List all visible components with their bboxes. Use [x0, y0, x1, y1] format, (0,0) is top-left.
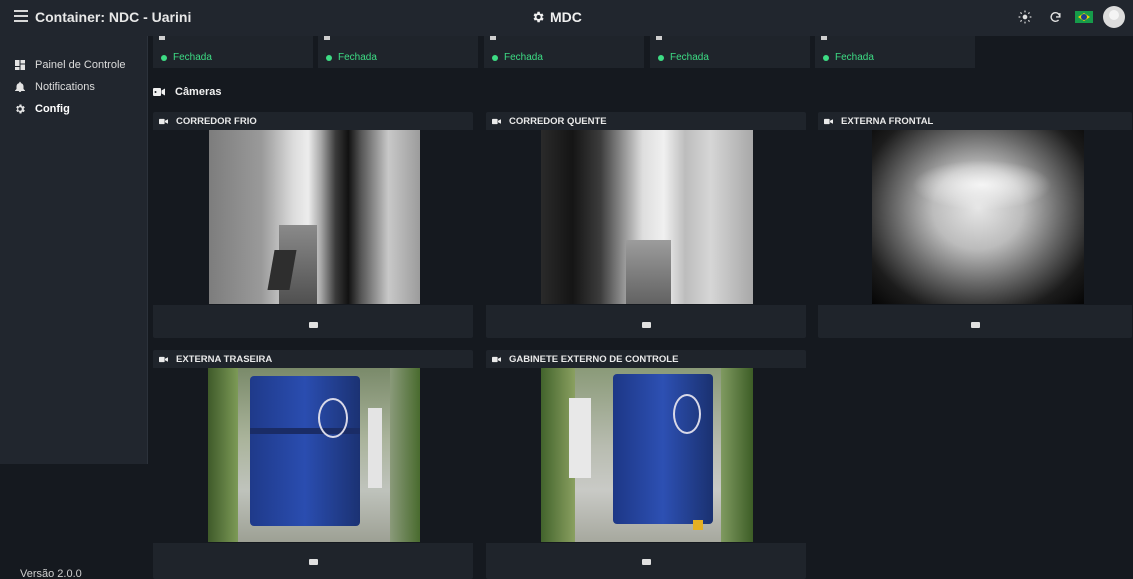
door-status: Fechada	[823, 52, 874, 63]
gear-icon	[16, 104, 25, 114]
sidebar-item-label: Notifications	[35, 81, 95, 93]
video-camera-icon	[153, 88, 165, 96]
door-status: Fechada	[658, 52, 709, 63]
door-status-card: Fechada	[153, 36, 313, 68]
section-title-text: Câmeras	[175, 86, 222, 98]
video-camera-icon	[824, 118, 833, 124]
camera-footer	[486, 312, 806, 338]
video-camera-icon	[492, 356, 501, 362]
status-dot	[161, 54, 167, 61]
camera-name: GABINETE EXTERNO DE CONTROLE	[509, 353, 679, 365]
camera-header: EXTERNA TRASEIRA	[153, 350, 473, 368]
camera-view	[153, 368, 473, 543]
door-status-card: Fechada	[318, 36, 478, 68]
video-camera-icon	[159, 118, 168, 124]
status-text: Fechada	[670, 52, 709, 63]
status-text: Fechada	[338, 52, 377, 63]
camera-name: EXTERNA TRASEIRA	[176, 353, 273, 365]
hd-icon[interactable]	[641, 559, 651, 565]
door-icon	[159, 36, 165, 40]
door-icon	[324, 36, 330, 40]
app-version: Versão 2.0.0	[20, 568, 82, 579]
brand-label: MDC	[550, 9, 582, 25]
sun-icon	[1018, 10, 1032, 24]
sidebar-nav: Painel de Controle Notifications Config	[0, 36, 147, 120]
status-dot	[658, 54, 664, 61]
gear-icon	[533, 11, 544, 23]
camera-name: EXTERNA FRONTAL	[841, 115, 934, 127]
hd-icon[interactable]	[308, 322, 318, 328]
camera-feed-image[interactable]	[209, 130, 420, 304]
camera-footer	[818, 312, 1132, 338]
status-text: Fechada	[835, 52, 874, 63]
status-text: Fechada	[504, 52, 543, 63]
video-camera-icon	[492, 118, 501, 124]
sidebar-item-label: Painel de Controle	[35, 59, 126, 71]
refresh-icon[interactable]	[1045, 7, 1065, 27]
top-actions	[1015, 6, 1125, 28]
camera-card-gabinete-externo: GABINETE EXTERNO DE CONTROLE	[486, 350, 806, 579]
camera-view	[153, 130, 473, 305]
camera-feed-image[interactable]	[541, 130, 753, 304]
status-dot	[823, 54, 829, 61]
brand: MDC	[531, 9, 582, 25]
camera-name: CORREDOR FRIO	[176, 115, 257, 127]
app-frame: Container: NDC - Uarini MDC Painel de Co…	[0, 0, 1133, 579]
notification-icon	[15, 81, 25, 92]
cameras-section-title: Câmeras	[153, 86, 221, 98]
sidebar: Painel de Controle Notifications Config	[0, 36, 148, 464]
refresh-glyph	[1049, 11, 1061, 22]
door-status-card: Fechada	[484, 36, 644, 68]
door-status: Fechada	[326, 52, 377, 63]
door-icon	[821, 36, 827, 40]
sidebar-item-config[interactable]: Config	[0, 98, 147, 120]
camera-footer	[153, 312, 473, 338]
camera-feed-image[interactable]	[208, 368, 420, 542]
avatar[interactable]	[1103, 6, 1125, 28]
menu-icon[interactable]	[14, 10, 28, 24]
hd-icon[interactable]	[308, 559, 318, 565]
camera-card-corredor-quente: CORREDOR QUENTE	[486, 112, 806, 338]
camera-view	[486, 368, 806, 543]
camera-card-externa-traseira: EXTERNA TRASEIRA	[153, 350, 473, 579]
door-icon	[656, 36, 662, 40]
camera-header: EXTERNA FRONTAL	[818, 112, 1132, 130]
status-dot	[492, 54, 498, 61]
door-status: Fechada	[492, 52, 543, 63]
brazil-flag-icon[interactable]	[1075, 11, 1093, 23]
camera-header: GABINETE EXTERNO DE CONTROLE	[486, 350, 806, 368]
hd-icon[interactable]	[641, 322, 651, 328]
camera-footer	[153, 545, 473, 579]
camera-footer	[486, 545, 806, 579]
door-status: Fechada	[161, 52, 212, 63]
camera-card-corredor-frio: CORREDOR FRIO	[153, 112, 473, 338]
theme-toggle-icon[interactable]	[1015, 7, 1035, 27]
camera-view	[818, 130, 1132, 305]
status-text: Fechada	[173, 52, 212, 63]
status-dot	[326, 54, 332, 61]
camera-feed-image[interactable]	[872, 130, 1084, 304]
camera-name: CORREDOR QUENTE	[509, 115, 607, 127]
door-icon	[490, 36, 496, 40]
sidebar-item-notifications[interactable]: Notifications	[0, 76, 147, 98]
sidebar-item-label: Config	[35, 103, 70, 115]
door-status-card: Fechada	[650, 36, 810, 68]
camera-header: CORREDOR QUENTE	[486, 112, 806, 130]
camera-view	[486, 130, 806, 305]
sidebar-item-dashboard[interactable]: Painel de Controle	[0, 54, 147, 76]
top-bar: Container: NDC - Uarini MDC	[0, 0, 1133, 36]
page-title: Container: NDC - Uarini	[35, 9, 192, 25]
camera-card-externa-frontal: EXTERNA FRONTAL	[818, 112, 1132, 338]
camera-feed-image[interactable]	[541, 368, 753, 542]
video-camera-icon	[159, 356, 168, 362]
hd-icon[interactable]	[970, 322, 980, 328]
camera-header: CORREDOR FRIO	[153, 112, 473, 130]
dashboard-icon	[15, 60, 25, 70]
door-status-card: Fechada	[815, 36, 975, 68]
